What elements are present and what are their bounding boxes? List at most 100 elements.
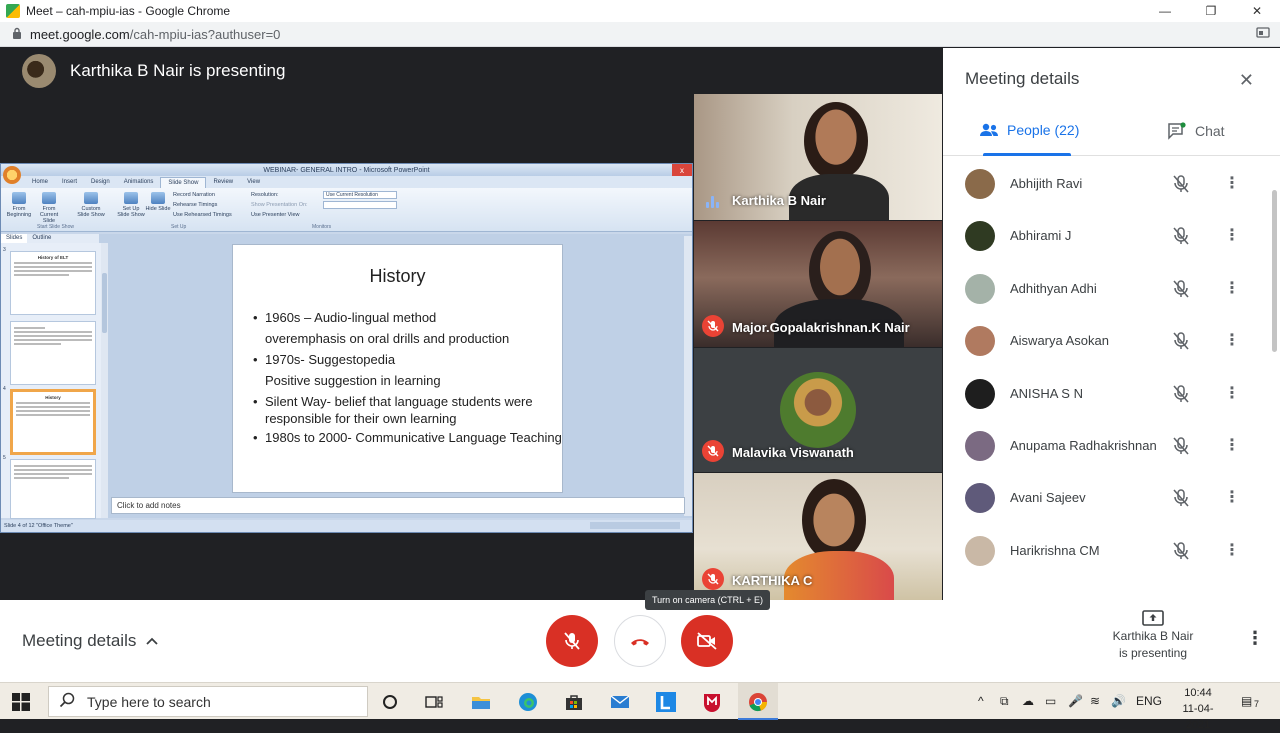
ppt-notes-pane: Click to add notes	[111, 497, 685, 514]
more-options-icon[interactable]: ⋮	[1224, 383, 1240, 403]
mcafee-icon[interactable]	[700, 690, 724, 714]
participant-row[interactable]: Avani Sajeev ⋮	[943, 472, 1273, 524]
maximize-button[interactable]: ❐	[1188, 0, 1234, 22]
ppt-presenter-view: Use Presenter View	[251, 212, 300, 218]
more-options-icon[interactable]: ⋮	[1224, 278, 1240, 298]
slide-title: History	[369, 266, 426, 286]
store-icon[interactable]	[562, 690, 586, 714]
thumb-number: 3	[3, 247, 6, 253]
edge-browser-icon[interactable]	[516, 690, 540, 714]
participant-tile[interactable]: Malavika Viswanath	[694, 348, 942, 472]
panel-scrollbar[interactable]	[1272, 190, 1277, 352]
participant-tile[interactable]: KARTHIKA C	[694, 473, 942, 600]
cast-icon[interactable]	[1256, 26, 1270, 42]
participant-avatar	[965, 326, 995, 357]
participant-name: Avani Sajeev	[1010, 490, 1086, 506]
ppt-from-beginning: From Beginning	[5, 192, 33, 218]
more-options-icon[interactable]: ⋮	[1224, 540, 1240, 560]
more-options-icon[interactable]: ⋮	[1224, 173, 1240, 193]
notifications-icon[interactable]: ▤	[1241, 694, 1252, 708]
mic-off-icon[interactable]	[1171, 436, 1191, 461]
participant-name: Major.Gopalakrishnan.K Nair	[732, 320, 910, 335]
chrome-icon[interactable]	[746, 690, 770, 714]
participant-row[interactable]: Abhirami J ⋮	[943, 210, 1273, 262]
taskbar-clock[interactable]: 10:44 11-04-2021	[1171, 685, 1225, 733]
lock-icon[interactable]	[12, 27, 22, 42]
ppt-tab-active: Slide Show	[160, 177, 207, 188]
battery-icon[interactable]: ▭	[1045, 694, 1056, 708]
mic-off-icon[interactable]	[1171, 331, 1191, 356]
leave-call-button[interactable]	[614, 615, 666, 667]
participant-tile[interactable]: Major.Gopalakrishnan.K Nair	[694, 221, 942, 347]
more-options-icon[interactable]: ⋮	[1224, 330, 1240, 350]
cortana-icon[interactable]	[378, 690, 402, 714]
participant-row[interactable]: Harikrishna CM ⋮	[943, 525, 1273, 577]
ppt-panel-tabs: Slides Outline	[1, 234, 99, 243]
url-host[interactable]: meet.google.com	[30, 27, 130, 42]
microphone-tray-icon[interactable]: 🎤	[1068, 694, 1083, 708]
meet-favicon-icon	[6, 4, 20, 18]
participant-row[interactable]: Adhithyan Adhi ⋮	[943, 263, 1273, 315]
mic-off-icon[interactable]	[1171, 279, 1191, 304]
show-hidden-icons-chevron[interactable]: ^	[978, 694, 984, 708]
address-bar[interactable]: meet.google.com/cah-mpiu-ias?authuser=0	[0, 22, 1280, 47]
wifi-icon[interactable]: ≋	[1090, 694, 1100, 708]
ppt-show-on-field	[323, 201, 397, 209]
onedrive-icon[interactable]: ☁	[1022, 694, 1034, 708]
toggle-camera-button[interactable]	[681, 615, 733, 667]
minimize-button[interactable]: —	[1142, 0, 1188, 22]
panel-tabs: People (22) Chat	[943, 108, 1280, 156]
ppt-tab: Review	[213, 179, 234, 185]
language-indicator[interactable]: ENG	[1136, 694, 1162, 708]
participant-name: Anupama Radhakrishnan	[1010, 438, 1157, 453]
file-explorer-icon[interactable]	[469, 690, 493, 714]
participant-tile[interactable]: Karthika B Nair	[694, 94, 942, 220]
slide-thumbnail	[10, 459, 96, 519]
participant-row[interactable]: Abhijith Ravi ⋮	[943, 158, 1273, 210]
presenting-name: Karthika B Nair	[1112, 629, 1194, 643]
taskbar-search-input[interactable]: Type here to search	[48, 686, 368, 717]
windows-taskbar: Type here to search ^ ⧉ ☁ ▭ 🎤 ≋ 🔊 ENG 10…	[0, 682, 1280, 731]
more-options-icon[interactable]: ⋮	[1224, 225, 1240, 245]
participant-name: Aiswarya Asokan	[1010, 333, 1109, 349]
task-view-icon[interactable]	[422, 690, 446, 714]
thumb-number: 5	[3, 455, 6, 461]
more-options-icon[interactable]: ⋮	[1224, 487, 1240, 507]
participant-row[interactable]: Anupama Radhakrishnan ⋮	[943, 420, 1273, 472]
url-path[interactable]: /cah-mpiu-ias?authuser=0	[130, 27, 281, 42]
tab-chat-label: Chat	[1195, 123, 1225, 139]
notification-count: 7	[1254, 699, 1260, 709]
camera-off-icon	[697, 632, 717, 650]
mic-off-icon[interactable]	[1171, 384, 1191, 409]
mic-off-icon	[702, 568, 724, 590]
present-screen-icon	[1142, 610, 1164, 626]
meeting-details-toggle[interactable]: Meeting details	[22, 631, 158, 651]
more-options-icon[interactable]: ⋮	[1224, 435, 1240, 455]
tab-people[interactable]: People (22)	[979, 122, 1079, 138]
app-l-icon[interactable]	[654, 690, 678, 714]
slide-thumbnail	[10, 321, 96, 385]
meeting-controls-bar: Meeting details Turn on camera (CTRL + E…	[0, 590, 1280, 682]
toggle-microphone-button[interactable]	[546, 615, 598, 667]
ppt-main-scrollbar	[684, 236, 692, 516]
participant-row[interactable]: ANISHA S N ⋮	[943, 368, 1273, 420]
meet-present-tray-icon[interactable]: ⧉	[1000, 694, 1009, 709]
ppt-status-text: Slide 4 of 12 "Office Theme"	[4, 523, 73, 529]
participant-name: Harikrishna CM	[1010, 542, 1100, 558]
mic-off-icon[interactable]	[1171, 541, 1191, 566]
mic-off-icon[interactable]	[1171, 174, 1191, 199]
tab-chat[interactable]: Chat	[1167, 122, 1225, 140]
more-options-icon[interactable]: ⋮	[1246, 628, 1264, 649]
close-panel-icon[interactable]: ✕	[1239, 70, 1254, 91]
volume-icon[interactable]: 🔊	[1111, 694, 1126, 708]
close-window-button[interactable]: ✕	[1234, 0, 1280, 22]
mic-off-icon[interactable]	[1171, 226, 1191, 251]
participant-row[interactable]: Aiswarya Asokan ⋮	[943, 315, 1273, 367]
mic-off-icon[interactable]	[1171, 488, 1191, 513]
windows-start-icon[interactable]	[12, 693, 30, 716]
presenting-indicator[interactable]: Karthika B Nair is presenting	[1096, 610, 1210, 662]
shared-screen: WEBINAR- GENERAL INTRO - Microsoft Power…	[0, 163, 693, 533]
slide-bullet: 1960s – Audio-lingual method	[253, 307, 562, 328]
mail-icon[interactable]	[608, 690, 632, 714]
participant-name: KARTHIKA C	[732, 573, 813, 588]
